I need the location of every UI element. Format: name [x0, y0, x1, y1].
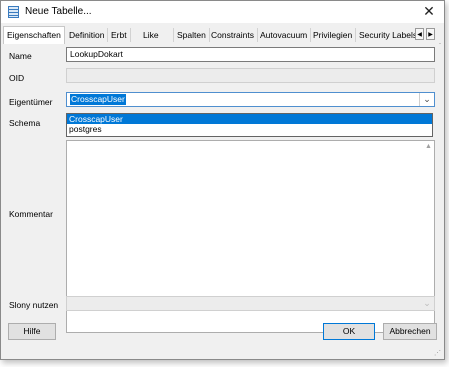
cancel-button[interactable]: Abbrechen	[383, 323, 437, 340]
tab-eigenschaften[interactable]: Eigenschaften	[3, 26, 65, 44]
chevron-down-icon[interactable]: ⌄	[419, 93, 434, 106]
ok-button[interactable]: OK	[323, 323, 375, 340]
help-button[interactable]: Hilfe	[8, 323, 56, 340]
oid-field	[66, 68, 435, 83]
close-icon[interactable]: ✕	[422, 4, 436, 18]
tab-autovacuum[interactable]: Autovacuum	[257, 28, 312, 42]
tab-bar: Eigenschaften Definition Erbt Like Spalt…	[3, 26, 441, 44]
tab-definition[interactable]: Definition	[66, 28, 109, 42]
owner-select[interactable]: CrosscapUser ⌄	[66, 92, 435, 107]
tab-security-labels[interactable]: Security Labels	[356, 28, 420, 42]
tab-constraints[interactable]: Constraints	[208, 28, 258, 42]
owner-label: Eigentümer	[9, 97, 53, 107]
title-bar: Neue Tabelle... ✕	[1, 1, 444, 23]
slony-select: ⌄	[66, 296, 435, 311]
tab-like[interactable]: Like	[140, 28, 174, 42]
scroll-up-icon[interactable]: ▲	[425, 143, 432, 150]
arrow-right-icon[interactable]: ▶	[426, 28, 435, 40]
oid-label: OID	[9, 73, 25, 83]
tab-privilegien[interactable]: Privilegien	[310, 28, 357, 42]
owner-option[interactable]: CrosscapUser	[67, 114, 432, 124]
tab-spalten[interactable]: Spalten	[174, 28, 210, 42]
owner-dropdown-list[interactable]: CrosscapUser postgres	[66, 113, 433, 137]
chevron-down-icon: ⌄	[423, 298, 431, 308]
comment-label: Kommentar	[9, 209, 53, 219]
properties-panel: Name LookupDokart OID Eigentümer Crossca…	[3, 43, 439, 333]
window-title: Neue Tabelle...	[25, 6, 92, 17]
dialog-window: Neue Tabelle... ✕ Eigenschaften Definiti…	[0, 0, 445, 360]
table-icon	[8, 6, 19, 18]
resize-grip-icon[interactable]: ⋰	[434, 349, 442, 357]
slony-label: Slony nutzen	[9, 300, 59, 310]
owner-selected-value: CrosscapUser	[70, 94, 126, 105]
name-field[interactable]: LookupDokart	[66, 47, 435, 62]
tab-erbt[interactable]: Erbt	[108, 28, 131, 42]
name-label: Name	[9, 51, 32, 61]
schema-label: Schema	[9, 118, 41, 128]
owner-option[interactable]: postgres	[67, 124, 432, 134]
arrow-left-icon[interactable]: ◀	[415, 28, 424, 40]
